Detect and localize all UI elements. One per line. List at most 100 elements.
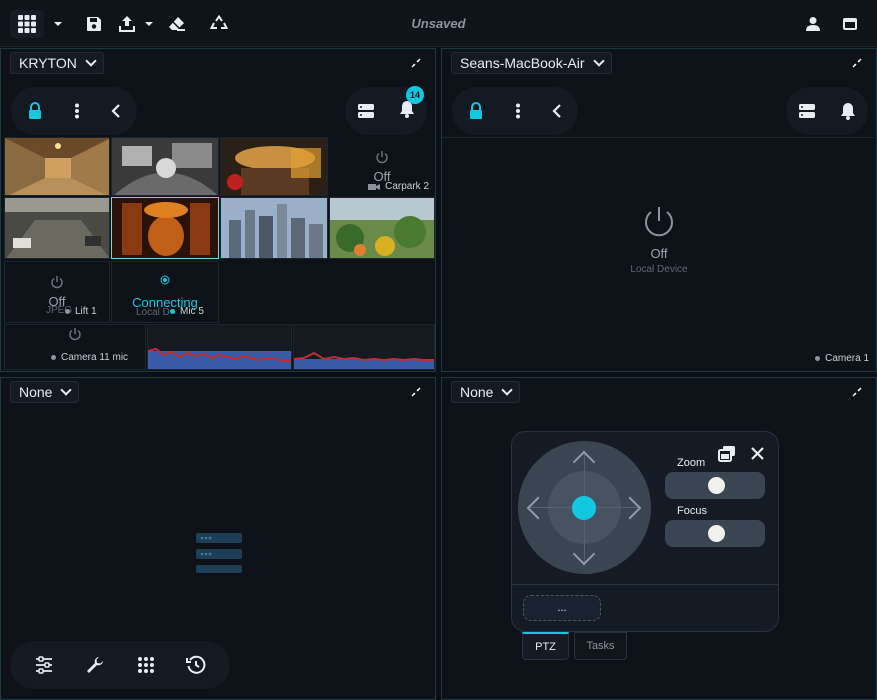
notifications-button[interactable]: 14 [399, 85, 424, 123]
preset-button[interactable]: ... [523, 595, 601, 621]
detach-icon[interactable] [718, 445, 736, 463]
camera-tile-city[interactable] [220, 197, 328, 259]
camera-tile-garden[interactable] [329, 197, 435, 259]
joystick-knob[interactable] [572, 496, 596, 520]
chevron-left-icon[interactable] [552, 104, 562, 118]
divider [512, 584, 778, 585]
expand-button[interactable] [850, 385, 864, 399]
ptz-joystick[interactable] [518, 441, 651, 574]
more-vertical-icon[interactable] [515, 103, 521, 119]
pan-left-arrow-icon[interactable] [526, 496, 550, 520]
status-dot [170, 309, 175, 314]
more-vertical-icon[interactable] [74, 103, 80, 119]
divider [442, 137, 876, 138]
audio-waveform-tile[interactable] [293, 324, 435, 370]
camera-tile-mic-5[interactable]: Connecting Local D Mic 5 [111, 261, 219, 323]
pane-top-right: Seans-MacBook-Air Off Local Device Camer… [441, 48, 877, 372]
pane-top-left: KRYTON 14 Off Carpark 2 Off JPEG Lift 1 … [0, 48, 436, 372]
close-icon[interactable] [751, 447, 764, 460]
pane-header: None [442, 378, 876, 406]
audio-waveform-tile[interactable] [147, 324, 292, 370]
expand-button[interactable] [850, 56, 864, 70]
tile-name: Mic 5 [170, 306, 204, 317]
parking-thumbnail [5, 198, 109, 258]
chevron-down-icon [60, 384, 73, 396]
tile-source: Local D [136, 307, 170, 318]
lock-icon[interactable] [27, 102, 43, 120]
sliders-icon[interactable] [34, 655, 54, 675]
apps-grid-icon[interactable] [137, 656, 155, 674]
notification-badge: 14 [406, 85, 424, 104]
camera-tile-wine-cellar[interactable] [111, 197, 219, 259]
server-icon[interactable] [798, 103, 816, 119]
bottom-tools-pill [10, 641, 230, 689]
tab-ptz[interactable]: PTZ [522, 632, 569, 660]
server-icon[interactable] [357, 103, 375, 119]
camera-tile-hallway[interactable] [4, 137, 110, 196]
unsaved-status: Unsaved [411, 16, 466, 31]
pane-header: None [1, 378, 435, 406]
history-icon[interactable] [186, 655, 206, 675]
camera-tile-carpark-2[interactable]: Off Carpark 2 [329, 137, 435, 196]
camera-icon [368, 183, 381, 190]
collapse-icon [852, 387, 862, 397]
record-indicator-icon [160, 275, 170, 284]
window-button[interactable] [838, 12, 862, 36]
empty-server-icon [196, 533, 242, 573]
power-icon [51, 276, 63, 289]
chevron-down-icon [592, 55, 605, 67]
camera-name-tag: Camera 1 [815, 353, 869, 364]
focus-slider-thumb[interactable] [708, 525, 725, 542]
user-button[interactable] [801, 12, 825, 36]
expand-button[interactable] [409, 56, 423, 70]
lobby-thumbnail [221, 138, 327, 195]
device-source-label: Local Device [630, 264, 688, 275]
zoom-slider[interactable] [665, 472, 765, 499]
tile-name-label: Lift 1 [75, 306, 97, 317]
pane-header: Seans-MacBook-Air [442, 49, 876, 77]
source-select-value: None [19, 384, 53, 400]
audio-waveform [294, 351, 434, 369]
bell-icon[interactable] [840, 102, 856, 120]
tile-name: Lift 1 [65, 306, 97, 317]
power-icon[interactable] [641, 204, 677, 240]
focus-slider[interactable] [665, 520, 765, 547]
tab-tasks[interactable]: Tasks [574, 632, 627, 660]
hallway-thumbnail [5, 138, 109, 195]
ptz-control-panel: Zoom Focus ... [511, 431, 779, 632]
device-status: Off Local Device [442, 204, 876, 275]
pan-down-arrow-icon[interactable] [572, 542, 596, 566]
tile-name: Camera 11 mic [51, 352, 128, 363]
power-icon [69, 328, 81, 341]
source-select[interactable]: KRYTON [10, 52, 104, 74]
camera-tile-parking[interactable] [4, 197, 110, 259]
status-dot [815, 356, 821, 361]
expand-button[interactable] [409, 385, 423, 399]
zoom-label: Zoom [677, 457, 706, 469]
pane-actions-pill [452, 87, 578, 135]
zoom-slider-thumb[interactable] [708, 477, 725, 494]
focus-label: Focus [677, 505, 707, 517]
device-status-label: Off [650, 246, 668, 261]
chevron-down-icon [85, 55, 97, 67]
source-select[interactable]: Seans-MacBook-Air [451, 52, 612, 74]
wrench-icon[interactable] [85, 655, 105, 675]
user-icon [806, 17, 820, 31]
camera-tile-lobby[interactable] [220, 137, 328, 196]
camera-tile-garage[interactable] [111, 137, 219, 196]
collapse-icon [411, 387, 421, 397]
source-select[interactable]: None [10, 381, 80, 403]
source-select[interactable]: None [451, 381, 521, 403]
source-select-value: Seans-MacBook-Air [460, 55, 585, 71]
status-dot [51, 355, 56, 360]
lock-icon[interactable] [468, 102, 484, 120]
garden-thumbnail [330, 198, 434, 258]
collapse-icon [852, 58, 862, 68]
chevron-left-icon[interactable] [111, 104, 121, 118]
pan-right-arrow-icon[interactable] [618, 496, 642, 520]
power-icon [376, 150, 388, 163]
camera-tile-lift-1[interactable]: Off JPEG Lift 1 [4, 261, 110, 323]
camera-tile-camera-11-mic[interactable]: Camera 11 mic [4, 324, 146, 370]
pan-up-arrow-icon[interactable] [572, 450, 596, 474]
garage-thumbnail [112, 138, 218, 195]
